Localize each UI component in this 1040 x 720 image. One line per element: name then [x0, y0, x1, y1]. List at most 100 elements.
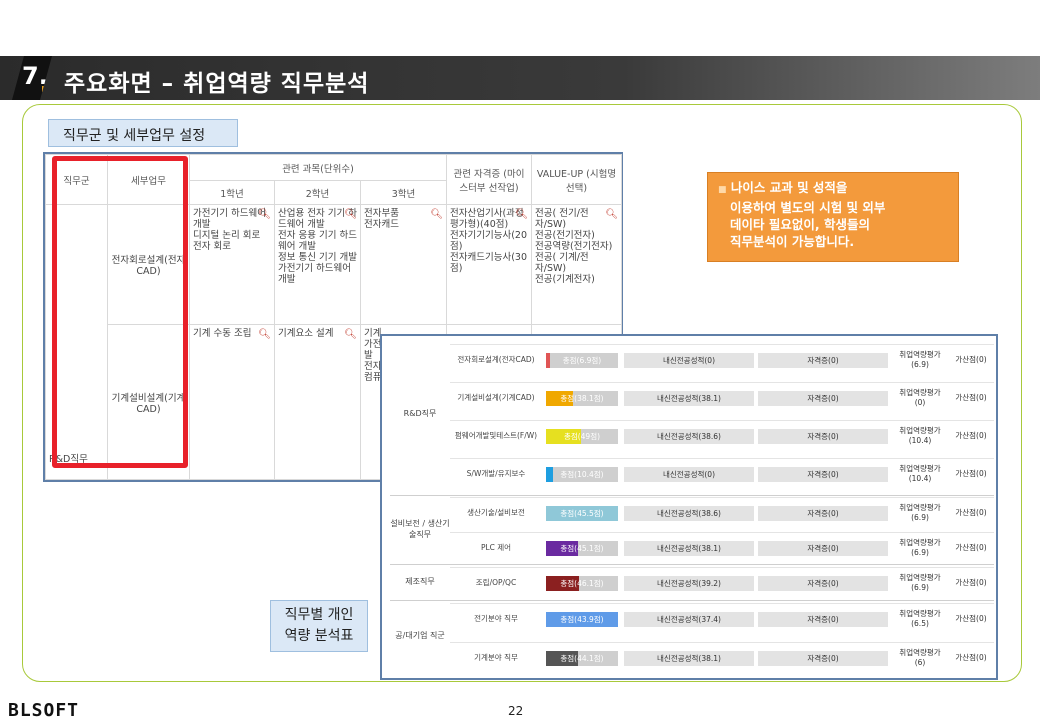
bonus-score: 가산점(0) — [955, 543, 987, 552]
panel-label-line: 직무별 개인 — [284, 607, 354, 623]
analysis-row[interactable]: 전기분야 직무 총점(43.9점) 내신전공성적(37.4) 자격증(0) 취업역량평가… — [450, 603, 994, 633]
certificate-score: 자격증(0) — [758, 506, 888, 521]
major-grade: 내신전공성적(37.4) — [624, 612, 754, 627]
note-line: 이용하여 별도의 시험 및 외부 — [718, 199, 948, 216]
col-header-cert: 관련 자격증 (마이스터부 선작업) — [446, 154, 533, 205]
number-accent — [42, 86, 48, 92]
certificate-score: 자격증(0) — [758, 467, 888, 482]
col-header-task: 세부업무 — [107, 154, 190, 205]
job-name: 펌웨어개발및테스트(F/W) — [454, 431, 538, 440]
certificate-score: 자격증(0) — [758, 429, 888, 444]
job-name: 전기분야 직무 — [474, 614, 518, 623]
magnifier-icon[interactable]: 🔍︎ — [344, 209, 357, 220]
col-header-year3: 3학년 — [359, 180, 448, 205]
competency-eval: 취업역량평가 (6.9) — [894, 573, 946, 595]
certificate: 전자기기기능사(20점) — [450, 230, 527, 252]
eval-label: 취업역량평가 — [899, 648, 941, 657]
page-number: 22 — [508, 704, 524, 718]
note-line: 데이타 필요없이, 학생들의 — [718, 216, 948, 233]
subject: 전자 응용 기기 하드웨어 개발 — [278, 230, 357, 252]
page-title: 주요화면 – 취업역량 직무분석 — [64, 71, 370, 97]
subject: 전자캐드 — [364, 219, 399, 230]
competency-eval: 취업역량평가 (0) — [894, 388, 946, 410]
certificate-score: 자격증(0) — [758, 576, 888, 591]
eval-value: (0) — [914, 398, 926, 407]
competency-eval: 취업역량평가 (10.4) — [894, 464, 946, 486]
magnifier-icon[interactable]: 🔍︎ — [515, 209, 528, 220]
eval-label: 취업역량평가 — [899, 538, 941, 547]
group-label: 설비보전 / 생산기술직무 — [390, 519, 450, 539]
major-grade: 내신전공성적(39.2) — [624, 576, 754, 591]
analysis-row[interactable]: 생산기술/설비보전 총점(45.5점) 내신전공성적(38.6) 자격증(0) 취업역량… — [450, 497, 994, 527]
certificate-score: 자격증(0) — [758, 651, 888, 666]
bonus-score: 가산점(0) — [955, 469, 987, 478]
total-score: 총점(6.9점) — [562, 356, 602, 365]
eval-value: (6.9) — [911, 513, 929, 522]
analysis-row[interactable]: 펌웨어개발및테스트(F/W) 총점(49점) 내신전공성적(38.6) 자격증(0) 취… — [450, 420, 994, 450]
note-line: ■ 나이스 교과 및 성적을 — [718, 179, 948, 199]
job-name: 생산기술/설비보전 — [467, 508, 525, 517]
analysis-row[interactable]: 전자회로설계(전자CAD) 총점(6.9점) 내신전공성적(0) 자격증(0) 취업역량… — [450, 344, 994, 374]
certificate: 전자캐드기능사(30점) — [450, 252, 527, 274]
magnifier-icon[interactable]: 🔍︎ — [605, 209, 618, 220]
subject: 디지털 논리 회로 — [193, 230, 261, 241]
total-score: 총점(45.5점) — [560, 509, 604, 518]
header-banner: 7. 주요화면 – 취업역량 직무분석 — [0, 56, 1040, 100]
section-number-text: 7. — [22, 62, 48, 90]
year2-cell-2: 🔍︎ 기계요소 설계 — [274, 324, 361, 480]
magnifier-icon[interactable]: 🔍︎ — [258, 209, 271, 220]
col-header-valueup: VALUE-UP (시험명 선택) — [531, 154, 623, 205]
analysis-row[interactable]: S/W개발/유지보수 총점(10.4점) 내신전공성적(0) 자격증(0) 취업역량평가… — [450, 458, 994, 488]
certificate-score: 자격증(0) — [758, 391, 888, 406]
group-label: 공/대기업 직군 — [395, 631, 445, 640]
magnifier-icon[interactable]: 🔍︎ — [430, 209, 443, 220]
competency-eval: 취업역량평가 (6.9) — [894, 503, 946, 525]
section-label-job-setup: 직무군 및 세부업무 설정 — [48, 119, 238, 147]
magnifier-icon[interactable]: 🔍︎ — [258, 329, 271, 340]
year2-cell-1: 🔍︎ 산업용 전자 기기 하드웨어 개발 전자 응용 기기 하드웨어 개발 정보… — [274, 204, 361, 325]
total-score: 총점(46.1점) — [560, 579, 604, 588]
valueup-item: 전공(전기전자) — [535, 230, 595, 241]
major-grade: 내신전공성적(38.6) — [624, 506, 754, 521]
competency-eval: 취업역량평가 (6.5) — [894, 609, 946, 631]
total-score-bar: 총점(38.1점) — [546, 391, 618, 406]
bonus-score: 가산점(0) — [955, 355, 987, 364]
major-grade: 내신전공성적(38.1) — [624, 541, 754, 556]
total-score-bar: 총점(44.1점) — [546, 651, 618, 666]
competency-eval: 취업역량평가 (6.9) — [894, 350, 946, 372]
group-name: R&D직무 — [49, 454, 88, 465]
total-score: 총점(45.1점) — [560, 544, 604, 553]
bonus-score: 가산점(0) — [955, 653, 987, 662]
total-score-bar: 총점(45.1점) — [546, 541, 618, 556]
eval-value: (6.5) — [911, 619, 929, 628]
eval-value: (6.9) — [911, 360, 929, 369]
year1-cell-1: 🔍︎ 가전기기 하드웨어 개발 디지털 논리 회로 전자 회로 — [189, 204, 275, 325]
analysis-row[interactable]: PLC 제어 총점(45.1점) 내신전공성적(38.1) 자격증(0) 취업역량평가(… — [450, 532, 994, 562]
group-cell: R&D직무 — [45, 204, 108, 480]
subject: 전자 회로 — [193, 241, 231, 252]
total-score-bar: 총점(6.9점) — [546, 353, 618, 368]
eval-label: 취업역량평가 — [899, 426, 941, 435]
col-header-group: 직무군 — [45, 154, 108, 205]
col-header-subjects: 관련 과목(단위수) — [188, 154, 448, 181]
slide: 7. 주요화면 – 취업역량 직무분석 직무군 및 세부업무 설정 직무군 세부… — [0, 0, 1040, 720]
eval-value: (10.4) — [908, 474, 932, 483]
total-score-bar: 총점(45.5점) — [546, 506, 618, 521]
eval-label: 취업역량평가 — [899, 609, 941, 618]
job-name: PLC 제어 — [480, 543, 512, 552]
analysis-row[interactable]: 조립/OP/QC 총점(46.1점) 내신전공성적(39.2) 자격증(0) 취업역량평… — [450, 567, 994, 597]
eval-label: 취업역량평가 — [899, 503, 941, 512]
major-grade: 내신전공성적(38.1) — [624, 391, 754, 406]
task-name-2: 기계설비설계(기계CAD) — [111, 392, 186, 415]
competency-eval: 취업역량평가 (6.9) — [894, 538, 946, 560]
magnifier-icon[interactable]: 🔍︎ — [344, 329, 357, 340]
total-score: 총점(44.1점) — [560, 654, 604, 663]
total-score-bar: 총점(10.4점) — [546, 467, 618, 482]
analysis-row[interactable]: 기계설비설계(기계CAD) 총점(38.1점) 내신전공성적(38.1) 자격증(0)… — [450, 382, 994, 412]
total-score-bar: 총점(43.9점) — [546, 612, 618, 627]
job-name: 기계분야 직무 — [474, 653, 518, 662]
bullet-icon: ■ — [718, 185, 727, 195]
analysis-row[interactable]: 기계분야 직무 총점(44.1점) 내신전공성적(38.1) 자격증(0) 취업역량평가… — [450, 642, 994, 672]
group-divider — [390, 600, 994, 601]
group-label: R&D직무 — [403, 409, 437, 418]
